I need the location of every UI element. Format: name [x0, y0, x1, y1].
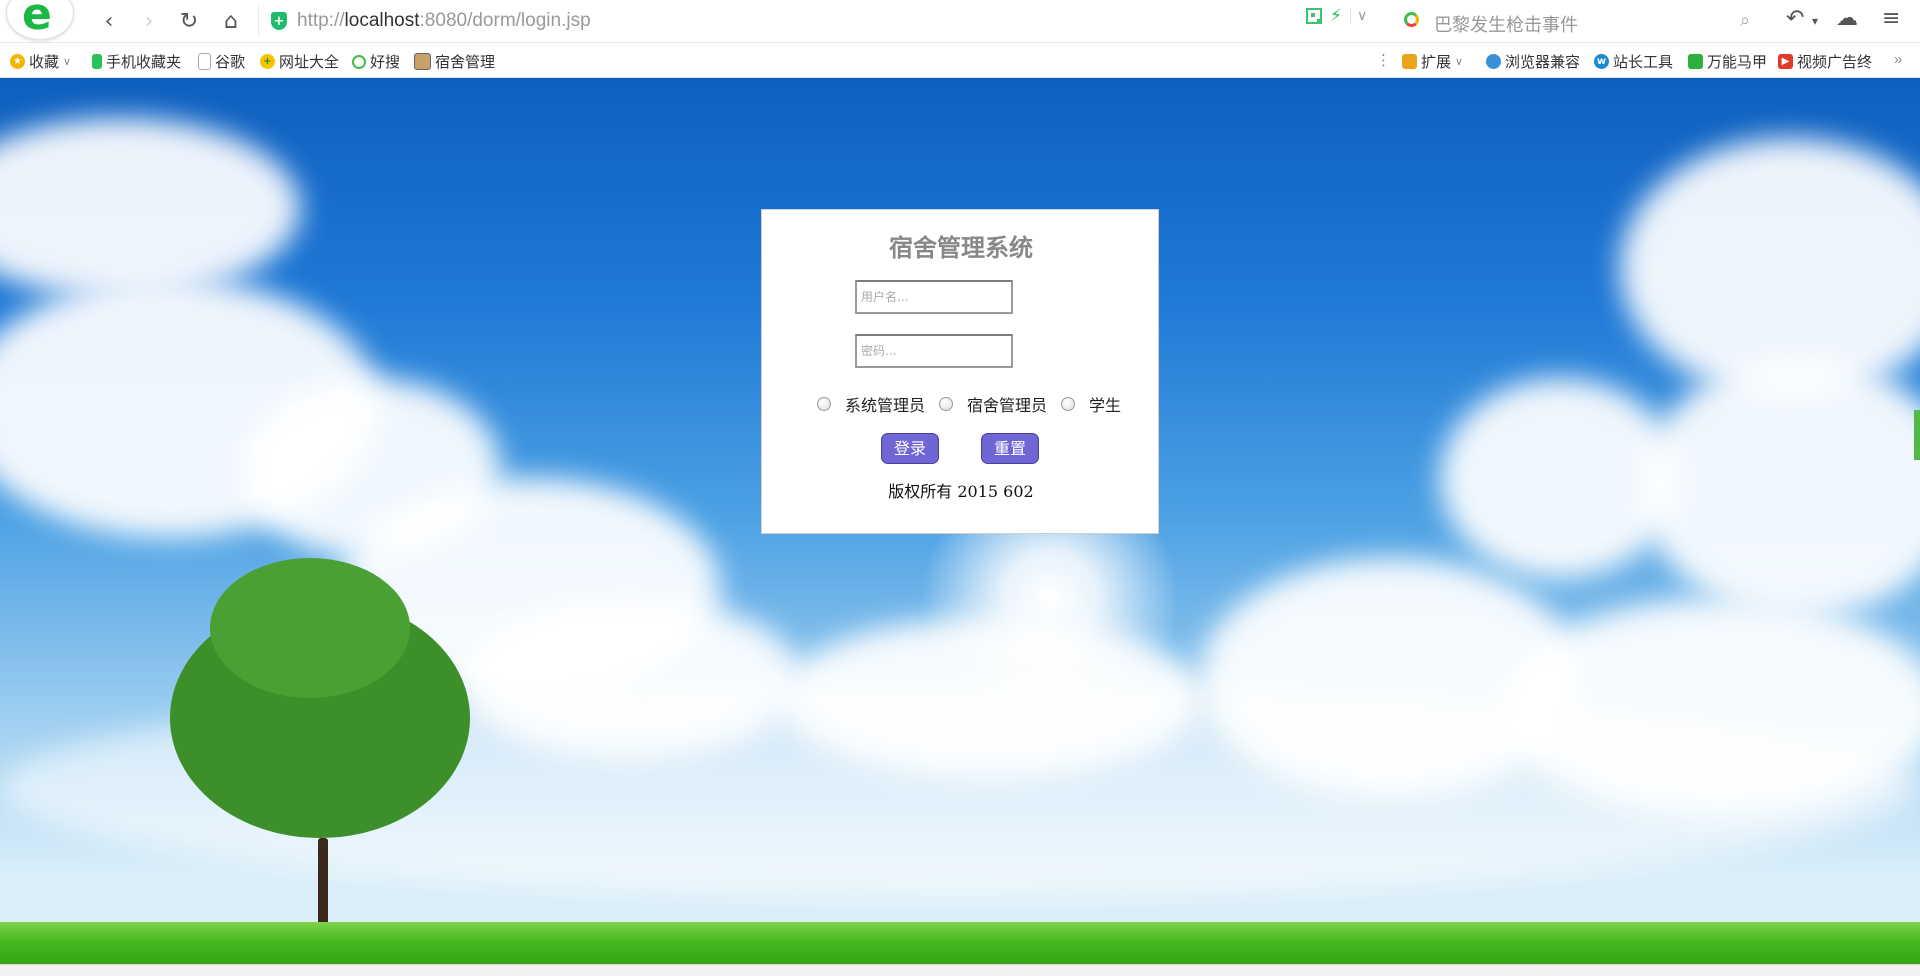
grass: [0, 922, 1920, 964]
browser-logo[interactable]: [6, 0, 74, 40]
search-logo-icon: [352, 54, 366, 69]
undo-menu-icon[interactable]: ▾: [1812, 14, 1818, 28]
page-title: 宿舍管理系统: [889, 233, 1033, 262]
bookmark-label: 宿舍管理: [435, 54, 496, 71]
login-page-background: 宿舍管理系统 系统管理员 宿舍管理员 学生 登录 重置 版权所有 2015 60…: [0, 78, 1920, 964]
login-panel: 宿舍管理系统 系统管理员 宿舍管理员 学生 登录 重置 版权所有 2015 60…: [761, 209, 1159, 534]
bookmark-label: 收藏: [29, 54, 60, 71]
password-field[interactable]: [855, 334, 1013, 368]
security-shield-icon: +: [271, 12, 287, 30]
extension-video[interactable]: ▶ 视频广告终: [1778, 51, 1872, 72]
extension-webmaster[interactable]: w 站长工具: [1594, 51, 1673, 72]
qrcode-icon[interactable]: [1306, 8, 1322, 24]
cloud-icon[interactable]: ☁: [1836, 6, 1858, 31]
bookmark-label: 网址大全: [279, 54, 340, 71]
webmaster-icon: w: [1594, 54, 1609, 69]
bookmarks-bar: ★ 收藏 ∨ 手机收藏夹 谷歌 + 网址大全 好搜 宿舍管理 ⋮ 扩展 ∨ 浏览…: [0, 43, 1920, 78]
video-icon: ▶: [1778, 54, 1793, 69]
extension-label: 扩展: [1421, 54, 1452, 71]
url-scheme: http://: [297, 10, 345, 31]
login-button[interactable]: 登录: [881, 433, 939, 464]
url-path: :8080/dorm/login.jsp: [419, 10, 591, 31]
cloud: [1620, 138, 1920, 398]
role-label: 宿舍管理员: [967, 398, 1048, 415]
side-feedback-tab[interactable]: [1914, 410, 1920, 460]
url-host: localhost: [344, 10, 420, 31]
extension-label: 视频广告终: [1797, 54, 1873, 71]
role-selector: 系统管理员 宿舍管理员 学生: [817, 392, 1135, 416]
search-icon[interactable]: ⌕: [1740, 10, 1750, 31]
menu-icon[interactable]: ≡: [1882, 6, 1900, 31]
search-box[interactable]: 巴黎发生枪击事件 ⌕: [1400, 6, 1760, 36]
copyright-text: 版权所有 2015 602: [888, 482, 1034, 501]
search-engine-icon[interactable]: [1404, 12, 1419, 27]
tree-crown: [210, 558, 410, 698]
bookmark-favorites[interactable]: ★ 收藏 ∨: [10, 51, 71, 72]
overflow-chevron-icon[interactable]: »: [1894, 51, 1902, 68]
bookmark-mobile[interactable]: 手机收藏夹: [92, 51, 181, 72]
star-icon: ★: [10, 54, 25, 69]
reset-button[interactable]: 重置: [981, 433, 1039, 464]
browser-toolbar: ‹ › ↻ ⌂ + http://localhost:8080/dorm/log…: [0, 0, 1920, 43]
page-icon: [198, 53, 211, 70]
bookmark-haosou[interactable]: 好搜: [352, 51, 400, 72]
vest-icon: [1688, 54, 1703, 69]
bookmark-google[interactable]: 谷歌: [198, 51, 245, 72]
bookmark-label: 好搜: [370, 54, 401, 71]
address-bar[interactable]: + http://localhost:8080/dorm/login.jsp: [258, 6, 1409, 36]
chevron-down-icon: ∨: [1455, 56, 1464, 68]
apps-icon: [1402, 54, 1417, 69]
bookmark-label: 谷歌: [215, 54, 246, 71]
extension-label: 站长工具: [1613, 54, 1674, 71]
undo-icon[interactable]: ↶: [1786, 6, 1804, 31]
compat-icon: [1486, 54, 1501, 69]
chevron-down-icon: ∨: [63, 56, 72, 68]
role-radio-dorm-admin[interactable]: [939, 397, 954, 411]
bookmark-label: 手机收藏夹: [106, 54, 182, 71]
extensions-button[interactable]: 扩展 ∨: [1402, 51, 1463, 72]
bookmark-nav[interactable]: + 网址大全: [260, 51, 339, 72]
cloud: [0, 118, 300, 298]
url-text[interactable]: http://localhost:8080/dorm/login.jsp: [297, 10, 591, 32]
phone-icon: [92, 54, 102, 69]
image-icon: [414, 53, 431, 70]
more-icon[interactable]: ⋮: [1376, 51, 1391, 69]
search-input[interactable]: 巴黎发生枪击事件: [1434, 11, 1578, 37]
lightning-icon[interactable]: ⚡: [1330, 8, 1342, 25]
status-bar: [0, 964, 1920, 976]
role-label: 系统管理员: [845, 398, 926, 415]
role-label: 学生: [1089, 398, 1122, 415]
nav-icon: +: [260, 54, 275, 69]
role-radio-student[interactable]: [1061, 397, 1076, 411]
extension-label: 万能马甲: [1707, 54, 1768, 71]
username-field[interactable]: [855, 280, 1013, 314]
extension-compat[interactable]: 浏览器兼容: [1486, 51, 1580, 72]
extension-vest[interactable]: 万能马甲: [1688, 51, 1767, 72]
forward-icon[interactable]: ›: [136, 8, 162, 34]
chevron-down-icon[interactable]: ∨: [1349, 8, 1367, 24]
bookmark-dorm[interactable]: 宿舍管理: [414, 51, 495, 72]
home-icon[interactable]: ⌂: [218, 8, 244, 34]
cloud: [1640, 358, 1920, 618]
role-radio-system-admin[interactable]: [817, 397, 831, 411]
back-icon[interactable]: ‹: [96, 8, 122, 34]
extension-label: 浏览器兼容: [1505, 54, 1581, 71]
reload-icon[interactable]: ↻: [176, 8, 202, 34]
